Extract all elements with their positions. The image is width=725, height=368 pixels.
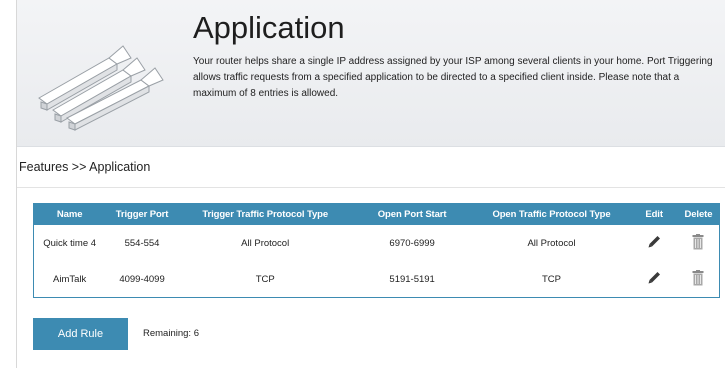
remaining-count: Remaining: 6 bbox=[143, 328, 199, 339]
cell-name: Quick time 4 bbox=[43, 237, 97, 249]
pencil-icon[interactable] bbox=[647, 235, 661, 252]
column-header-name: Name bbox=[34, 204, 106, 225]
table-row: AimTalk 4099-4099 TCP 5191-5191 TCP bbox=[34, 261, 719, 297]
trash-icon[interactable] bbox=[692, 233, 704, 253]
cell-open-port: 5191-5191 bbox=[389, 273, 435, 285]
page-header: Application Your router helps share a si… bbox=[17, 0, 725, 147]
cell-trigger-port: 4099-4099 bbox=[119, 273, 165, 285]
cell-delete bbox=[678, 261, 719, 297]
page-description: Your router helps share a single IP addr… bbox=[193, 56, 713, 99]
cell-trigger-protocol: TCP bbox=[255, 273, 275, 285]
page-title: Application bbox=[193, 10, 345, 45]
column-header-trigger-protocol: Trigger Traffic Protocol Type bbox=[178, 204, 352, 225]
column-header-edit: Edit bbox=[630, 204, 678, 225]
port-triggering-illustration bbox=[38, 45, 164, 131]
cell-edit bbox=[630, 225, 678, 261]
column-header-open-port-start: Open Port Start bbox=[351, 204, 473, 225]
cell-open-protocol: TCP bbox=[541, 273, 561, 285]
cell-open-protocol: All Protocol bbox=[527, 237, 576, 249]
section-divider bbox=[17, 187, 725, 188]
column-header-open-protocol: Open Traffic Protocol Type bbox=[472, 204, 631, 225]
pencil-icon[interactable] bbox=[647, 271, 661, 288]
cell-trigger-port: 554-554 bbox=[124, 237, 160, 249]
column-header-delete: Delete bbox=[677, 204, 719, 225]
page-frame: Application Your router helps share a si… bbox=[16, 0, 725, 368]
column-header-trigger-port: Trigger Port bbox=[105, 204, 179, 225]
cell-edit bbox=[630, 261, 678, 297]
cell-name: AimTalk bbox=[53, 273, 87, 285]
table-row: Quick time 4 554-554 All Protocol 6970-6… bbox=[34, 225, 719, 261]
trash-icon[interactable] bbox=[692, 269, 704, 289]
add-rule-button[interactable]: Add Rule bbox=[33, 318, 128, 350]
breadcrumb: Features >> Application bbox=[19, 160, 151, 174]
cell-delete bbox=[678, 225, 719, 261]
cell-open-port: 6970-6999 bbox=[389, 237, 435, 249]
cell-trigger-protocol: All Protocol bbox=[241, 237, 290, 249]
table-header-row: Name Trigger Port Trigger Traffic Protoc… bbox=[34, 204, 719, 225]
rules-table: Name Trigger Port Trigger Traffic Protoc… bbox=[33, 203, 720, 298]
